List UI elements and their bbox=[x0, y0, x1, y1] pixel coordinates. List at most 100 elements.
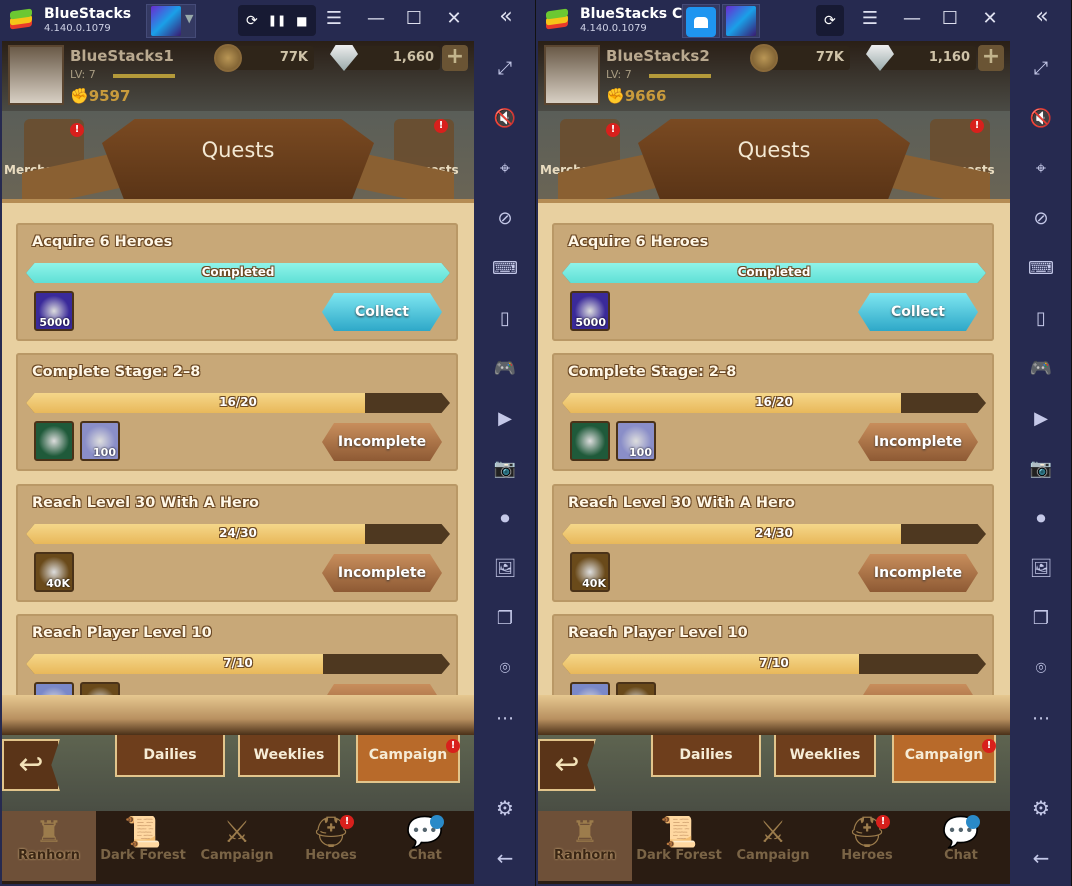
nav-label: Chat bbox=[408, 848, 442, 863]
quest-list[interactable]: Acquire 6 Heroes Completed 5000 Collect Co… bbox=[538, 199, 1010, 735]
nav-ranhorn[interactable]: ♜ Ranhorn bbox=[538, 811, 632, 881]
quest-tabs: ↩ Dailies Weeklies Campaign! bbox=[538, 735, 1010, 811]
nav-chat[interactable]: 💬 Chat bbox=[378, 811, 472, 881]
blue-orb-icon[interactable]: 5000 bbox=[570, 291, 610, 331]
camera-icon[interactable]: 📷 bbox=[474, 458, 536, 479]
nav-campaign[interactable]: ⚔ Campaign bbox=[190, 811, 284, 881]
incomplete-button[interactable]: Incomplete bbox=[322, 423, 442, 461]
avatar[interactable] bbox=[544, 45, 600, 105]
incomplete-button[interactable]: Incomplete bbox=[858, 423, 978, 461]
maximize-icon[interactable]: ☐ bbox=[402, 8, 426, 29]
helmet-icon: ⛑ bbox=[311, 815, 351, 850]
settings-icon[interactable]: ⚙ bbox=[474, 796, 536, 820]
nav-dark-forest[interactable]: 📜 Dark Forest bbox=[632, 811, 726, 881]
collect-button[interactable]: Collect bbox=[322, 293, 442, 331]
media-icon[interactable]: 🖼 bbox=[1010, 558, 1072, 579]
close-icon[interactable]: ✕ bbox=[978, 8, 1002, 29]
player-name: BlueStacks1 bbox=[70, 47, 174, 65]
bottom-nav: ♜ Ranhorn 📜 Dark Forest ⚔ Campaign ⛑ Heroes! 💬 Ch… bbox=[538, 811, 1010, 884]
sync-control[interactable]: ⟳ bbox=[816, 5, 844, 36]
tab-weeklies[interactable]: Weeklies bbox=[774, 735, 876, 777]
menu-icon[interactable]: ☰ bbox=[858, 8, 882, 29]
minimize-icon[interactable]: — bbox=[900, 8, 924, 29]
stop-icon[interactable]: ■ bbox=[296, 14, 307, 28]
back-button[interactable]: ↩ bbox=[2, 739, 60, 791]
fullscreen-icon[interactable]: ⤢ bbox=[1010, 58, 1072, 79]
pause-icon[interactable]: ❚❚ bbox=[268, 14, 286, 27]
maximize-icon[interactable]: ☐ bbox=[938, 8, 962, 29]
media-icon[interactable]: 🖼 bbox=[474, 558, 536, 579]
game-tab[interactable] bbox=[722, 4, 760, 38]
gold-coin-icon[interactable]: 40K bbox=[570, 552, 610, 592]
sync-icon[interactable]: ⟳ bbox=[824, 13, 836, 29]
nav-label: Campaign bbox=[736, 848, 810, 863]
blue-orb-icon[interactable]: 5000 bbox=[34, 291, 74, 331]
gold-coin-icon[interactable]: 40K bbox=[34, 552, 74, 592]
gamepad-icon[interactable]: 🎮 bbox=[474, 358, 536, 379]
more-icon[interactable]: ⋯ bbox=[1010, 708, 1072, 729]
nav-campaign[interactable]: ⚔ Campaign bbox=[726, 811, 820, 881]
level-value: 7 bbox=[88, 68, 96, 81]
fist-icon: ✊ bbox=[70, 87, 89, 105]
avatar[interactable] bbox=[8, 45, 64, 105]
diamond-icon[interactable]: 100 bbox=[616, 421, 656, 461]
quest-card: Reach Level 30 With A Hero 24/30 40K Incom… bbox=[16, 484, 458, 602]
location-icon[interactable]: ⌾ bbox=[474, 658, 536, 679]
record-icon[interactable]: ⏺ bbox=[1010, 508, 1072, 529]
camera-icon[interactable]: 📷 bbox=[1010, 458, 1072, 479]
nav-ranhorn[interactable]: ♜ Ranhorn bbox=[2, 811, 96, 881]
gamepad-icon[interactable]: 🎮 bbox=[1010, 358, 1072, 379]
back-button[interactable]: ↩ bbox=[538, 739, 596, 791]
nav-chat[interactable]: 💬 Chat bbox=[914, 811, 1008, 881]
fullscreen-icon[interactable]: ⤢ bbox=[474, 58, 536, 79]
volume-mute-icon[interactable]: 🔇 bbox=[474, 108, 536, 129]
macro-icon[interactable]: ▶ bbox=[474, 408, 536, 429]
tab-campaign[interactable]: Campaign bbox=[356, 735, 460, 783]
back-icon[interactable]: ← bbox=[1010, 846, 1072, 870]
eye-off-icon[interactable]: ⊘ bbox=[1010, 208, 1072, 229]
helmet-icon: ⛑ bbox=[847, 815, 887, 850]
nav-label: Dark Forest bbox=[636, 848, 722, 863]
tab-dailies[interactable]: Dailies bbox=[651, 735, 761, 777]
minimize-icon[interactable]: — bbox=[364, 8, 388, 29]
settings-icon[interactable]: ⚙ bbox=[1010, 796, 1072, 820]
keyboard-icon[interactable]: ⌨ bbox=[1010, 258, 1072, 279]
volume-mute-icon[interactable]: 🔇 bbox=[1010, 108, 1072, 129]
quest-list[interactable]: Acquire 6 Heroes Completed 5000 Collect Co… bbox=[2, 199, 474, 735]
portrait-icon[interactable]: ▯ bbox=[474, 308, 536, 329]
game-app-icon bbox=[151, 6, 181, 36]
collect-button[interactable]: Collect bbox=[858, 293, 978, 331]
close-icon[interactable]: ✕ bbox=[442, 8, 466, 29]
keyboard-icon[interactable]: ⌨ bbox=[474, 258, 536, 279]
nav-heroes[interactable]: ⛑ Heroes bbox=[284, 811, 378, 881]
multi-instance-icon[interactable]: ❐ bbox=[1010, 608, 1072, 629]
incomplete-button[interactable]: Incomplete bbox=[858, 554, 978, 592]
sync-icon[interactable]: ⟳ bbox=[246, 13, 258, 29]
tab-dailies[interactable]: Dailies bbox=[115, 735, 225, 777]
back-icon[interactable]: ← bbox=[474, 846, 536, 870]
armor-icon[interactable] bbox=[34, 421, 74, 461]
portrait-icon[interactable]: ▯ bbox=[1010, 308, 1072, 329]
add-diamonds-button[interactable]: + bbox=[978, 45, 1004, 71]
macro-icon[interactable]: ▶ bbox=[1010, 408, 1072, 429]
game-tab[interactable]: ▼ bbox=[146, 4, 196, 38]
menu-icon[interactable]: ☰ bbox=[322, 8, 346, 29]
home-tab[interactable] bbox=[682, 4, 720, 38]
diamond-icon[interactable]: 100 bbox=[80, 421, 120, 461]
armor-icon[interactable] bbox=[570, 421, 610, 461]
eye-off-icon[interactable]: ⊘ bbox=[474, 208, 536, 229]
nav-dark-forest[interactable]: 📜 Dark Forest bbox=[96, 811, 190, 881]
nav-heroes[interactable]: ⛑ Heroes bbox=[820, 811, 914, 881]
chevron-down-icon[interactable]: ▼ bbox=[185, 12, 193, 25]
alert-badge: ! bbox=[70, 123, 84, 137]
tab-campaign[interactable]: Campaign bbox=[892, 735, 996, 783]
add-diamonds-button[interactable]: + bbox=[442, 45, 468, 71]
location-icon[interactable]: ⌾ bbox=[1010, 658, 1072, 679]
incomplete-button[interactable]: Incomplete bbox=[322, 554, 442, 592]
more-icon[interactable]: ⋯ bbox=[474, 708, 536, 729]
multi-instance-icon[interactable]: ❐ bbox=[474, 608, 536, 629]
tab-weeklies[interactable]: Weeklies bbox=[238, 735, 340, 777]
cursor-lock-icon[interactable]: ⌖ bbox=[474, 158, 536, 179]
record-icon[interactable]: ⏺ bbox=[474, 508, 536, 529]
cursor-lock-icon[interactable]: ⌖ bbox=[1010, 158, 1072, 179]
